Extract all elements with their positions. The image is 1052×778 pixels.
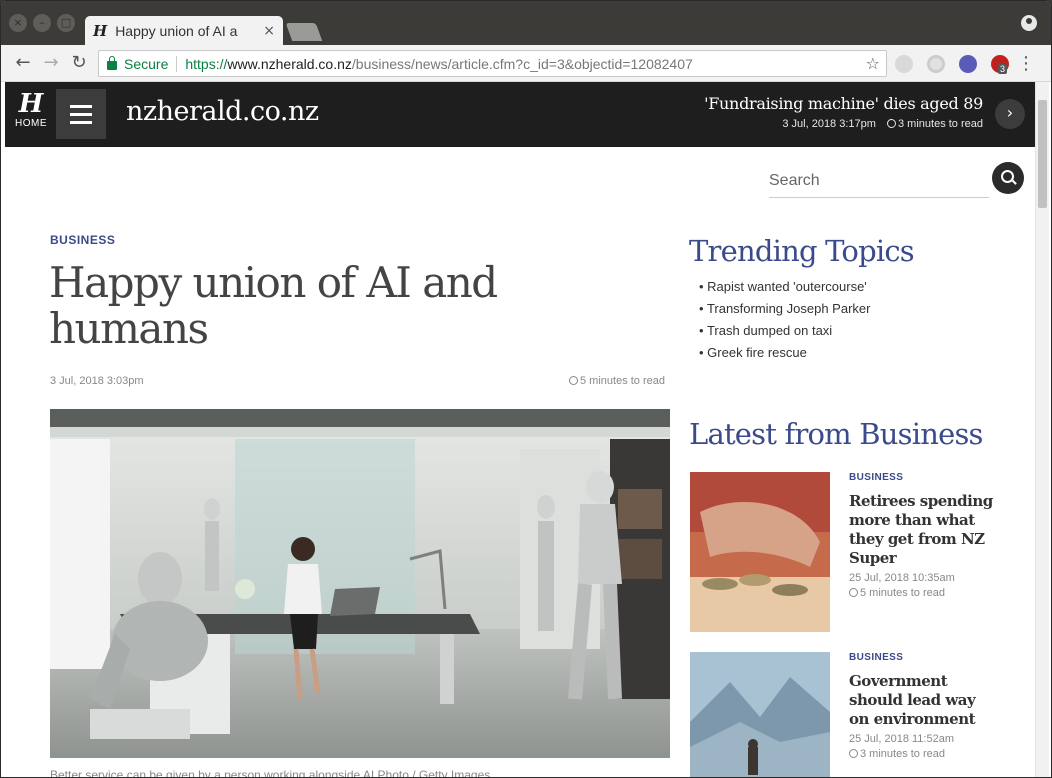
story-headline[interactable]: Government should lead way on environmen… (849, 672, 999, 729)
header-story-read-time: 3 minutes to read (898, 118, 983, 130)
new-tab-button[interactable] (285, 23, 323, 41)
story-headline[interactable]: Retirees spending more than what they ge… (849, 492, 999, 568)
article-hero-image (50, 409, 670, 758)
page-viewport: H HOME nzherald.co.nz 'Fundraising machi… (5, 82, 1035, 778)
browser-toolbar: ← → ↻ Secure https:// www.nzherald.co.nz… (1, 45, 1051, 82)
article-read-time: 5 minutes to read (569, 375, 665, 387)
search-input[interactable] (769, 164, 989, 198)
trending-topics-heading: Trending Topics (689, 234, 915, 268)
clock-icon (849, 749, 858, 758)
profile-icon[interactable] (1021, 15, 1037, 31)
secure-label: Secure (124, 55, 169, 72)
clock-icon (849, 588, 858, 597)
lock-icon (107, 55, 117, 70)
menu-icon[interactable] (56, 89, 106, 139)
story-section-label[interactable]: BUSINESS (849, 652, 999, 663)
url-scheme: https:// (185, 55, 228, 72)
clock-icon (569, 376, 578, 385)
trending-topic-link[interactable]: Trash dumped on taxi (699, 323, 870, 345)
window-controls: × – □ (9, 14, 75, 32)
url-path: /business/news/article.cfm?c_id=3&object… (351, 55, 693, 72)
extension-icon-2[interactable] (927, 55, 945, 73)
maximize-window-button[interactable]: □ (57, 14, 75, 32)
address-bar[interactable]: Secure https:// www.nzherald.co.nz /busi… (98, 50, 887, 77)
bookmark-star-icon[interactable]: ☆ (866, 54, 880, 73)
mountain-lake-image (690, 652, 830, 777)
header-story-meta: 3 Jul, 2018 3:17pm 3 minutes to read (704, 118, 983, 130)
story-date: 25 Jul, 2018 11:52am (849, 733, 954, 745)
extension-icon-1[interactable] (895, 55, 913, 73)
adblock-count-badge: 3 (998, 64, 1008, 74)
tab-close-icon[interactable]: × (263, 23, 275, 39)
article-section-label[interactable]: BUSINESS (50, 233, 115, 247)
header-story-date: 3 Jul, 2018 3:17pm (782, 118, 876, 130)
close-window-button[interactable]: × (9, 14, 27, 32)
scrollbar-thumb[interactable] (1038, 100, 1047, 208)
back-arrow-icon[interactable]: ← (12, 52, 34, 74)
story-text: BUSINESS Retirees spending more than wha… (849, 472, 999, 599)
extension-icon-3[interactable] (959, 55, 977, 73)
office-robots-illustration (50, 409, 670, 758)
trending-topic-link[interactable]: Rapist wanted 'outercourse' (699, 279, 870, 301)
vertical-scrollbar[interactable] (1035, 82, 1049, 777)
forward-arrow-icon[interactable]: → (40, 52, 62, 74)
story-text: BUSINESS Government should lead way on e… (849, 652, 999, 760)
next-story-button[interactable]: › (995, 99, 1025, 129)
header-featured-story[interactable]: 'Fundraising machine' dies aged 89 3 Jul… (704, 94, 983, 130)
story-thumbnail[interactable] (690, 472, 830, 632)
trending-topics-list: Rapist wanted 'outercourse' Transforming… (699, 279, 871, 367)
story-read-time: 5 minutes to read (849, 587, 999, 599)
herald-logo-icon: H (18, 89, 44, 119)
header-story-title: 'Fundraising machine' dies aged 89 (704, 94, 983, 113)
clock-icon (887, 119, 896, 128)
latest-story-card[interactable]: BUSINESS Retirees spending more than wha… (690, 472, 1030, 632)
latest-story-card[interactable]: BUSINESS Government should lead way on e… (690, 652, 1030, 777)
article-title: Happy union of AI and humans (49, 258, 498, 353)
reload-icon[interactable]: ↻ (68, 52, 90, 74)
trending-topic-link[interactable]: Transforming Joseph Parker (699, 301, 871, 323)
latest-business-heading: Latest from Business (689, 417, 983, 451)
story-read-time: 3 minutes to read (849, 748, 999, 760)
title-bar: × – □ H Happy union of AI a × (1, 1, 1051, 45)
trending-topic-link[interactable]: Greek fire rescue (699, 345, 870, 367)
story-date: 25 Jul, 2018 10:35am (849, 572, 955, 584)
article-date: 3 Jul, 2018 3:03pm (50, 375, 144, 387)
story-section-label[interactable]: BUSINESS (849, 472, 999, 483)
browser-window: × – □ H Happy union of AI a × ← → ↻ Secu… (0, 0, 1052, 778)
search-button[interactable] (992, 162, 1024, 194)
image-caption: Better service can be given by a person … (50, 768, 491, 778)
herald-favicon-icon: H (93, 21, 108, 40)
site-name[interactable]: nzherald.co.nz (126, 96, 319, 127)
url-host: www.nzherald.co.nz (227, 55, 352, 72)
home-label: HOME (15, 118, 47, 129)
browser-tab[interactable]: H Happy union of AI a × (85, 16, 283, 45)
site-header: H HOME nzherald.co.nz 'Fundraising machi… (5, 82, 1035, 147)
tab-title: Happy union of AI a (115, 22, 238, 39)
url-separator (176, 55, 178, 72)
browser-menu-icon[interactable]: ⋮ (1017, 53, 1035, 74)
story-thumbnail[interactable] (690, 652, 830, 777)
coins-hand-image (690, 472, 830, 632)
home-link[interactable]: H HOME (15, 90, 47, 129)
minimize-window-button[interactable]: – (33, 14, 51, 32)
